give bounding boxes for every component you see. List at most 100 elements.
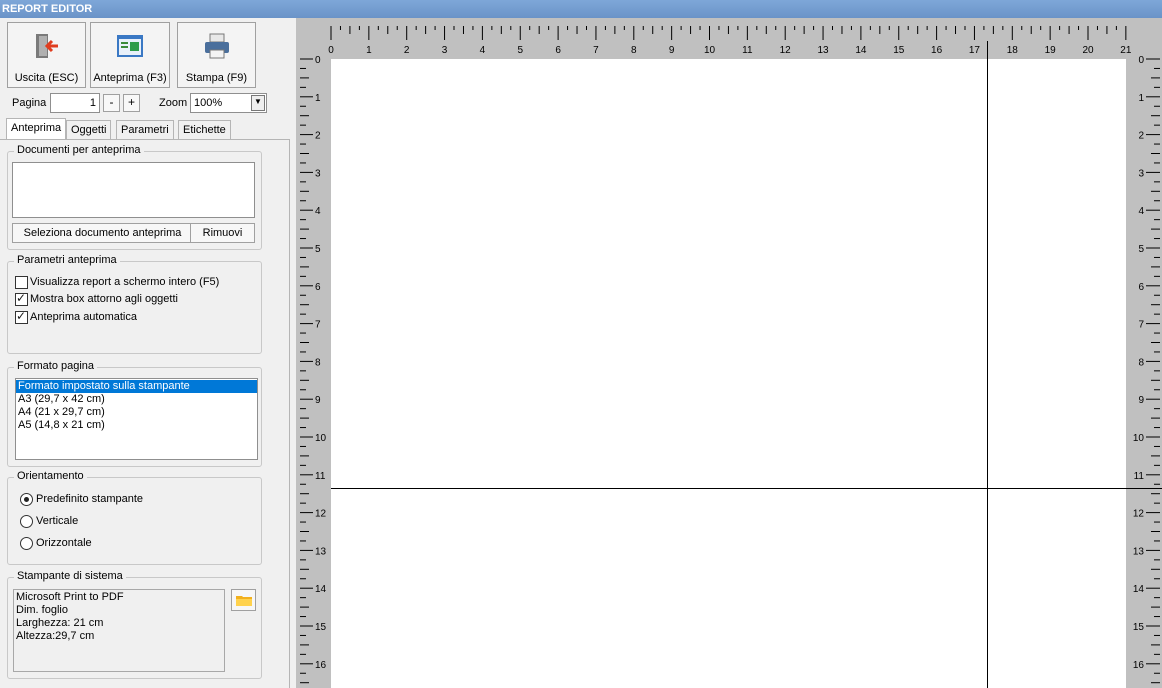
ruler-v-label: 15: [1133, 622, 1145, 633]
show-box-option-label: Mostra box attorno agli oggetti: [30, 293, 178, 305]
preview-button-label: Anteprima (F3): [93, 72, 167, 84]
ruler-v-label: 14: [315, 584, 327, 595]
tab-anteprima[interactable]: Anteprima: [6, 118, 67, 140]
sheet-width: Larghezza: 21 cm: [16, 617, 104, 629]
exit-button[interactable]: Uscita (ESC): [7, 22, 86, 88]
orientation-radio-horizontal[interactable]: [20, 537, 33, 550]
window-title: REPORT EDITOR: [0, 0, 1162, 18]
page-format-group: Formato pagina Formato impostato sulla s…: [7, 360, 262, 467]
ruler-v-label: 14: [1133, 584, 1145, 595]
list-item[interactable]: A5 (14,8 x 21 cm): [16, 419, 257, 432]
remove-button[interactable]: Rimuovi: [190, 223, 255, 243]
ruler-h-label: 12: [780, 45, 792, 56]
system-printer-title: Stampante di sistema: [14, 570, 126, 582]
ruler-v-label: 6: [1138, 282, 1144, 293]
page-format-list[interactable]: Formato impostato sulla stampante A3 (29…: [15, 378, 258, 460]
ruler-h-label: 6: [555, 45, 561, 56]
orientation-radio-default[interactable]: [20, 493, 33, 506]
ruler-v-label: 13: [1133, 546, 1145, 557]
ruler-v-label: 7: [315, 320, 321, 331]
ruler-v-label: 8: [1138, 357, 1144, 368]
ruler-h-label: 16: [931, 45, 943, 56]
page-next-button[interactable]: +: [123, 94, 140, 112]
ruler-v-label: 8: [315, 357, 321, 368]
list-item[interactable]: A3 (29,7 x 42 cm): [16, 393, 257, 406]
exit-door-icon: [35, 34, 58, 58]
print-button[interactable]: Stampa (F9): [177, 22, 256, 88]
ruler-h-label: 5: [517, 45, 523, 56]
orientation-radio-vertical[interactable]: [20, 515, 33, 528]
preview-params-group: Parametri anteprima Visualizza report a …: [7, 254, 262, 354]
ruler-h-label: 21: [1120, 45, 1132, 56]
ruler-v-label: 11: [315, 471, 326, 482]
preview-button[interactable]: Anteprima (F3): [90, 22, 170, 88]
page-number-input[interactable]: 1: [50, 93, 100, 113]
ruler-h-label: 18: [1007, 45, 1019, 56]
zoom-select[interactable]: 100% ▼: [190, 93, 267, 113]
orientation-horizontal-label: Orizzontale: [36, 537, 92, 549]
checkmark-icon: ✓: [16, 291, 27, 305]
zoom-label: Zoom: [159, 97, 188, 109]
ruler-h-label: 4: [480, 45, 486, 56]
ruler-v-label: 12: [315, 509, 327, 520]
ruler-h-label: 2: [404, 45, 410, 56]
tab-etichette[interactable]: Etichette: [178, 120, 231, 140]
report-page[interactable]: [331, 59, 1126, 688]
ruler-v-label: 11: [1134, 471, 1145, 482]
ruler-v-label: 6: [315, 282, 321, 293]
ruler-h-label: 0: [328, 45, 334, 56]
chevron-down-icon[interactable]: ▼: [251, 95, 265, 111]
ruler-v-label: 4: [315, 206, 321, 217]
auto-preview-option-label: Anteprima automatica: [30, 311, 137, 323]
system-printer-group: Stampante di sistema Microsoft Print to …: [7, 570, 262, 679]
fullscreen-checkbox[interactable]: [15, 276, 28, 289]
ruler-h-label: 10: [704, 45, 716, 56]
show-box-checkbox[interactable]: ✓: [15, 291, 28, 306]
ruler-h-label: 20: [1082, 45, 1094, 56]
ruler-h-label: 8: [631, 45, 637, 56]
fullscreen-option-label: Visualizza report a schermo intero (F5): [30, 276, 220, 288]
orientation-title: Orientamento: [14, 470, 87, 482]
print-button-label: Stampa (F9): [185, 72, 248, 84]
page-label: Pagina: [12, 97, 47, 109]
checkmark-icon: ✓: [16, 309, 27, 323]
list-item[interactable]: A4 (21 x 29,7 cm): [16, 406, 257, 419]
select-preview-doc-button[interactable]: Seleziona documento anteprima: [12, 223, 193, 243]
page-prev-button[interactable]: -: [103, 94, 120, 112]
ruler-v-label: 1: [1138, 93, 1144, 104]
orientation-vertical-label: Verticale: [36, 515, 79, 527]
auto-preview-checkbox[interactable]: ✓: [15, 309, 28, 324]
folder-icon: [235, 596, 252, 606]
ruler-v-label: 10: [1133, 433, 1145, 444]
ruler-v-label: 2: [315, 131, 321, 142]
tab-oggetti[interactable]: Oggetti: [66, 120, 112, 140]
ruler-h-label: 17: [969, 45, 981, 56]
ruler-v-label: 4: [1138, 206, 1144, 217]
preview-docs-list[interactable]: [12, 162, 255, 218]
ruler-v-label: 9: [315, 395, 321, 406]
ruler-v-label: 9: [1138, 395, 1144, 406]
printer-info-box: Microsoft Print to PDF Dim. foglio Largh…: [13, 589, 225, 672]
ruler-v-label: 16: [315, 660, 327, 671]
ruler-v-label: 7: [1138, 320, 1144, 331]
ruler-h-label: 19: [1045, 45, 1057, 56]
ruler-v-label: 2: [1138, 131, 1144, 142]
ruler-h-label: 7: [593, 45, 599, 56]
ruler-v-label: 0: [315, 55, 321, 66]
tab-parametri[interactable]: Parametri: [116, 120, 174, 140]
choose-printer-button[interactable]: [231, 589, 256, 611]
page-guide-horizontal: [331, 488, 1162, 489]
ruler-v-label: 3: [315, 168, 321, 179]
preview-params-title: Parametri anteprima: [14, 254, 120, 266]
ruler-h-label: 14: [855, 45, 867, 56]
printer-icon: [204, 33, 229, 59]
ruler-h-label: 3: [442, 45, 448, 56]
list-item[interactable]: Formato impostato sulla stampante: [16, 380, 257, 393]
left-panel: Uscita (ESC) Anteprima (F3) Stampa (F9) …: [0, 18, 292, 688]
ruler-v-label: 5: [1138, 244, 1144, 255]
ruler-v-label: 1: [315, 93, 321, 104]
sheet-height: Altezza:29,7 cm: [16, 630, 95, 642]
ruler-v-label: 5: [315, 244, 321, 255]
zoom-value: 100%: [194, 97, 223, 109]
page-guide-vertical: [987, 41, 988, 688]
